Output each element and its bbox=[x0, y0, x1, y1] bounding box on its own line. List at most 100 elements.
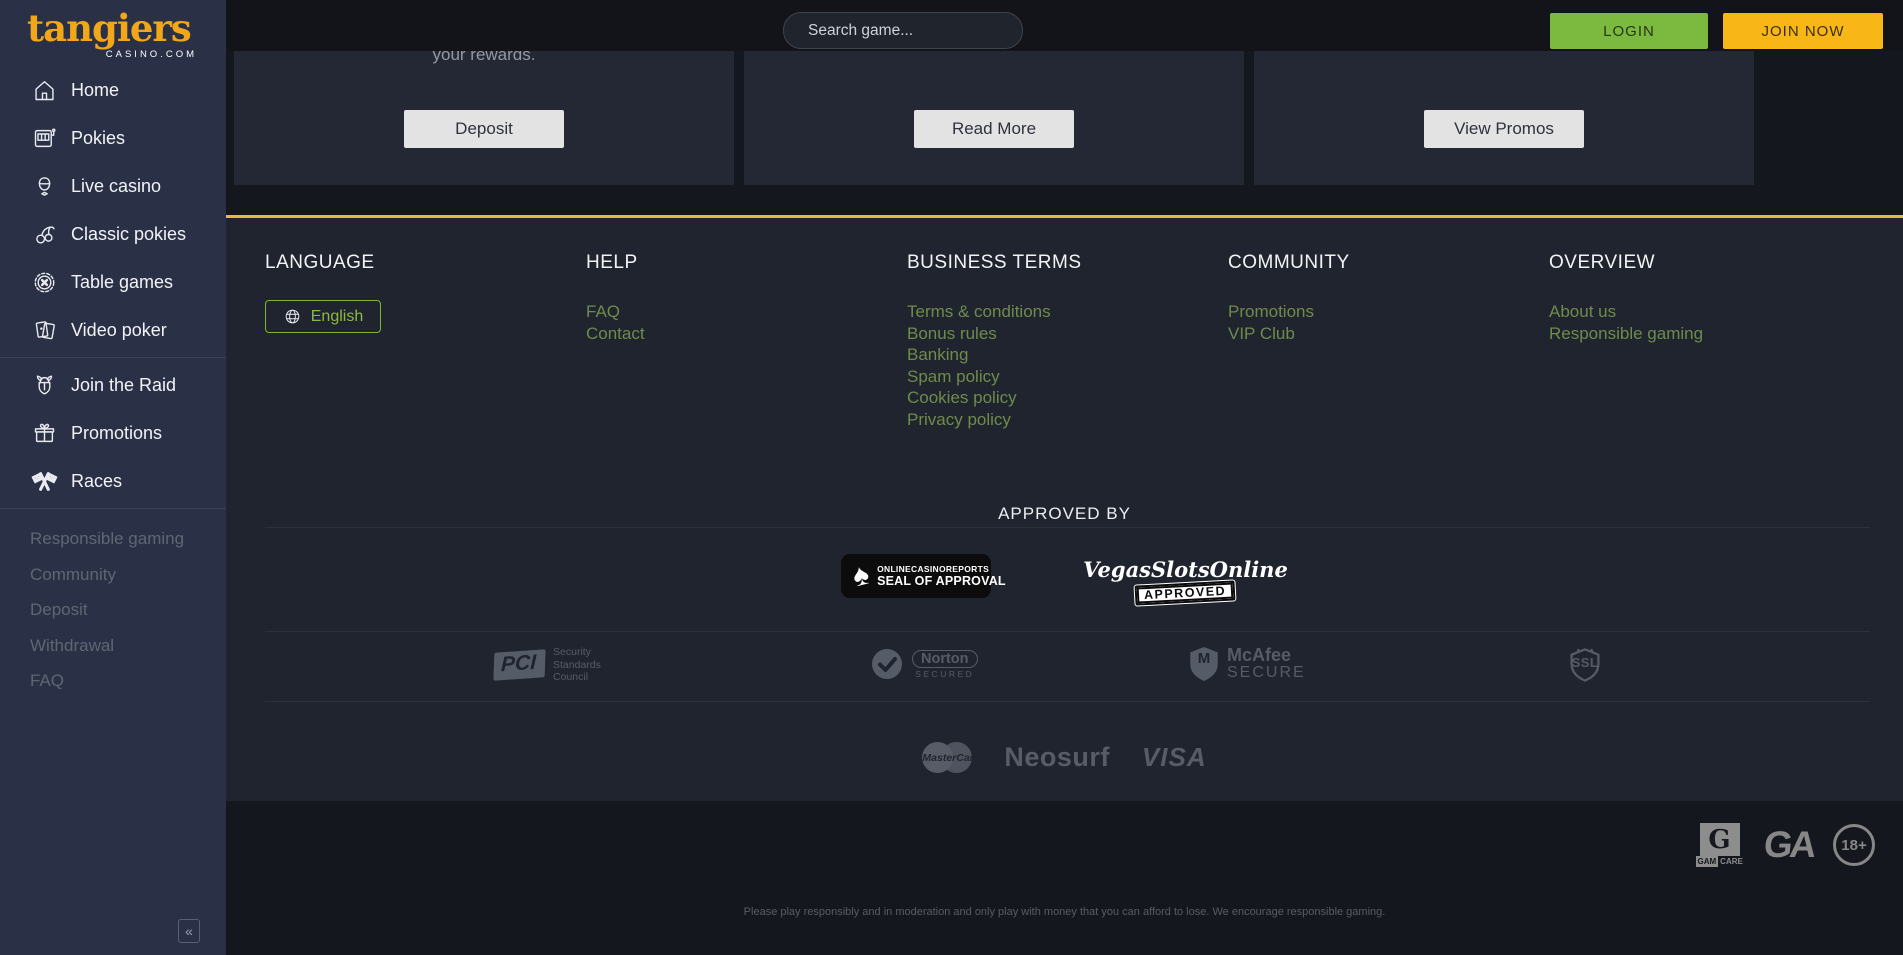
sidebar-link-community[interactable]: Community bbox=[30, 557, 226, 593]
norton-check-icon bbox=[869, 646, 905, 682]
vso-title: VegasSlotsOnline bbox=[1083, 557, 1288, 582]
search-input[interactable] bbox=[808, 22, 1008, 40]
sidebar-item-video-poker[interactable]: Video poker bbox=[0, 306, 226, 354]
pci-security-standards-logo[interactable]: PCI Security Standards Council bbox=[494, 646, 601, 684]
divider bbox=[265, 701, 1870, 702]
footer-link[interactable]: Cookies policy bbox=[907, 387, 1228, 409]
approvals-row: ♠ ONLINECASINOREPORTS SEAL OF APPROVAL V… bbox=[226, 554, 1903, 603]
norton-sublabel: SECURED bbox=[912, 669, 978, 679]
ocr-subtitle: SEAL OF APPROVAL bbox=[877, 574, 1006, 588]
mcafee-shield-icon: M bbox=[1188, 646, 1220, 682]
divider bbox=[265, 631, 1870, 632]
footer-link[interactable]: Contact bbox=[586, 323, 907, 345]
viking-helmet-icon bbox=[30, 371, 58, 399]
footer-link[interactable]: Bonus rules bbox=[907, 323, 1228, 345]
main-area: your rewards. Deposit Read More View Pro… bbox=[226, 0, 1903, 955]
topbar: LOGIN JOIN NOW bbox=[226, 0, 1903, 51]
mcafee-secure-seal[interactable]: M McAfee SECURE bbox=[1188, 646, 1306, 682]
sidebar-item-label: Table games bbox=[71, 272, 173, 293]
sidebar-link-faq[interactable]: FAQ bbox=[30, 663, 226, 699]
casino-chip-icon bbox=[30, 268, 58, 296]
sidebar-item-home[interactable]: Home bbox=[0, 66, 226, 114]
cherries-icon bbox=[30, 220, 58, 248]
sidebar-item-label: Live casino bbox=[71, 176, 161, 197]
norton-secured-seal[interactable]: Norton SECURED bbox=[869, 646, 978, 682]
slot-machine-icon bbox=[30, 124, 58, 152]
column-title: BUSINESS TERMS bbox=[907, 252, 1228, 274]
online-casino-reports-seal[interactable]: ♠ ONLINECASINOREPORTS SEAL OF APPROVAL bbox=[841, 554, 991, 598]
age-18-plus-badge: 18+ bbox=[1833, 824, 1875, 866]
sidebar-tertiary-nav: Responsible gaming Community Deposit Wit… bbox=[0, 521, 226, 699]
language-label: English bbox=[311, 308, 363, 326]
deposit-button[interactable]: Deposit bbox=[404, 110, 564, 148]
footer-link[interactable]: Banking bbox=[907, 344, 1228, 366]
search-box[interactable] bbox=[783, 12, 1023, 49]
vegas-slots-online-seal[interactable]: VegasSlotsOnline APPROVED bbox=[1083, 557, 1288, 603]
gamcare-care: CARE bbox=[1718, 856, 1745, 867]
footer-column-help: HELP FAQ Contact bbox=[586, 252, 907, 430]
dealer-icon bbox=[30, 172, 58, 200]
sidebar-item-promotions[interactable]: Promotions bbox=[0, 409, 226, 457]
ssl-label: SSL bbox=[1566, 655, 1604, 670]
footer-link[interactable]: About us bbox=[1549, 301, 1870, 323]
mastercard-logo: MasterCard bbox=[922, 742, 972, 773]
home-icon bbox=[30, 76, 58, 104]
footer-link[interactable]: Responsible gaming bbox=[1549, 323, 1870, 345]
promo-cards-row: your rewards. Deposit Read More View Pro… bbox=[234, 51, 1754, 185]
login-button[interactable]: LOGIN bbox=[1550, 13, 1708, 49]
join-now-button[interactable]: JOIN NOW bbox=[1723, 13, 1883, 49]
footer-link[interactable]: Promotions bbox=[1228, 301, 1549, 323]
playing-cards-icon bbox=[30, 316, 58, 344]
tangiers-logo[interactable]: tangiers CASINO.COM bbox=[0, 0, 226, 66]
footer-link[interactable]: Spam policy bbox=[907, 366, 1228, 388]
pci-line: Standards bbox=[553, 659, 601, 672]
sidebar-primary-nav: Home Pokies Live casino Classic pokies bbox=[0, 66, 226, 354]
footer-column-business-terms: BUSINESS TERMS Terms & conditions Bonus … bbox=[907, 252, 1228, 430]
pci-abbr: PCI bbox=[493, 649, 545, 680]
mcafee-label: McAfee bbox=[1227, 646, 1306, 665]
sidebar-link-deposit[interactable]: Deposit bbox=[30, 592, 226, 628]
racing-flags-icon bbox=[30, 467, 58, 495]
sidebar-item-table-games[interactable]: Table games bbox=[0, 258, 226, 306]
footer-link[interactable]: Terms & conditions bbox=[907, 301, 1228, 323]
footer-link[interactable]: Privacy policy bbox=[907, 409, 1228, 431]
view-promos-button[interactable]: View Promos bbox=[1424, 110, 1584, 148]
mcafee-m: M bbox=[1188, 650, 1220, 667]
neosurf-logo: Neosurf bbox=[1004, 742, 1110, 773]
sidebar-item-races[interactable]: Races bbox=[0, 457, 226, 505]
sidebar-item-pokies[interactable]: Pokies bbox=[0, 114, 226, 162]
vso-approved-badge: APPROVED bbox=[1135, 580, 1236, 605]
collapse-sidebar-button[interactable]: « bbox=[178, 919, 200, 943]
gamcare-gam: GAM bbox=[1696, 856, 1719, 867]
sidebar-item-label: Pokies bbox=[71, 128, 125, 149]
footer-column-community: COMMUNITY Promotions VIP Club bbox=[1228, 252, 1549, 430]
sidebar-item-label: Promotions bbox=[71, 423, 162, 444]
footer-link[interactable]: FAQ bbox=[586, 301, 907, 323]
gamblers-anonymous-badge[interactable]: GA bbox=[1761, 824, 1815, 866]
sidebar-item-label: Races bbox=[71, 471, 122, 492]
norton-label: Norton bbox=[912, 650, 978, 668]
pci-line: Council bbox=[553, 671, 601, 684]
column-title: OVERVIEW bbox=[1549, 252, 1870, 274]
mastercard-label: MasterCard bbox=[922, 752, 972, 764]
footer: LANGUAGE English HELP FAQ Contact BUSINE… bbox=[226, 218, 1903, 801]
sidebar-link-withdrawal[interactable]: Withdrawal bbox=[30, 628, 226, 664]
bottom-strip: G GAM CARE GA 18+ Please play responsibl… bbox=[226, 801, 1903, 955]
sidebar-item-join-the-raid[interactable]: Join the Raid bbox=[0, 361, 226, 409]
sidebar-link-responsible-gaming[interactable]: Responsible gaming bbox=[30, 521, 226, 557]
sidebar-item-label: Join the Raid bbox=[71, 375, 176, 396]
gamcare-badge[interactable]: G GAM CARE bbox=[1696, 823, 1744, 867]
promo-partial-text: your rewards. bbox=[234, 51, 734, 65]
sidebar-item-label: Classic pokies bbox=[71, 224, 186, 245]
ssl-shield-icon: SSL bbox=[1566, 646, 1604, 684]
footer-columns: LANGUAGE English HELP FAQ Contact BUSINE… bbox=[265, 252, 1870, 430]
sidebar-item-live-casino[interactable]: Live casino bbox=[0, 162, 226, 210]
sidebar-divider bbox=[0, 508, 226, 509]
sidebar-item-classic-pokies[interactable]: Classic pokies bbox=[0, 210, 226, 258]
divider bbox=[265, 527, 1870, 528]
footer-link[interactable]: VIP Club bbox=[1228, 323, 1549, 345]
ssl-secure-badge[interactable]: SSL bbox=[1566, 646, 1604, 684]
mcafee-sublabel: SECURE bbox=[1227, 665, 1306, 682]
read-more-button[interactable]: Read More bbox=[914, 110, 1074, 148]
language-button[interactable]: English bbox=[265, 300, 381, 333]
